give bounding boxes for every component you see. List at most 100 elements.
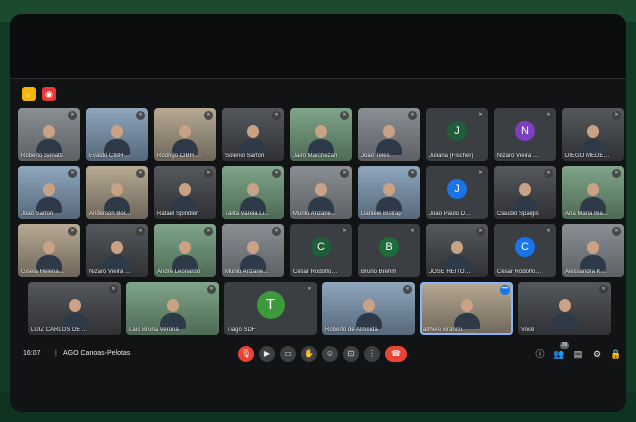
mic-off-icon: ✕ [544, 169, 553, 178]
lock-icon: 🔒 [610, 349, 622, 359]
mic-off-icon: ✕ [544, 111, 553, 120]
participant-name: LUIZ CARLOS DE ... [31, 327, 88, 333]
participant-name: Solenio Sartori [225, 153, 265, 159]
more-options-button[interactable]: ⋮ [364, 346, 380, 362]
more-vert-icon: ⋮ [368, 349, 376, 358]
info-icon: ⓘ [535, 349, 545, 359]
mic-button[interactable]: 🎙 [238, 346, 254, 362]
people-icon: 👥 [553, 349, 565, 359]
camera-button[interactable]: ▶ [259, 346, 275, 362]
participant-tile[interactable]: ✕ Jairo Marchezan [290, 108, 352, 161]
participant-tile[interactable]: ✕ Roberto Sonatti [18, 108, 80, 161]
participant-tile[interactable]: ✕ Claudio Spaigis [494, 166, 556, 219]
more-icon[interactable]: ••• [500, 285, 510, 295]
mic-off-icon: ✕ [204, 169, 213, 178]
participant-tile[interactable]: ✕ Evaldo CIBH Ca... [86, 108, 148, 161]
participant-tile[interactable]: ✕ LUIZ CARLOS DE ... [28, 282, 121, 335]
participant-tile[interactable]: ✕ Murilo Anzanello ... [290, 166, 352, 219]
participant-tile[interactable]: ✕ Você [518, 282, 611, 335]
participant-tile[interactable]: ✕ Nizaro Vieira Lima [86, 224, 148, 277]
captions-button[interactable]: ▭ [280, 346, 296, 362]
mic-off-icon: ✕ [272, 111, 281, 120]
participant-video [172, 125, 198, 155]
participant-video [580, 183, 606, 213]
participant-tile[interactable]: N ✕ Nizaro Vieira Lima [494, 108, 556, 161]
mic-off-icon: ✕ [408, 227, 417, 236]
participant-video [376, 183, 402, 213]
mic-off-icon: 🎙 [240, 349, 252, 358]
participant-name: Jairo Marchezan [293, 153, 338, 159]
emoji-button[interactable]: ☺ [322, 346, 338, 362]
participant-tile[interactable]: ✕ Talita Varela Lima [222, 166, 284, 219]
participant-tile[interactable]: ✕ André Leonardo [154, 224, 216, 277]
lock-button[interactable]: 🔒 [610, 348, 622, 360]
participant-name: JOSE HEITOR M... [429, 269, 474, 275]
participant-video [453, 299, 480, 329]
emoji-icon: ☺ [325, 349, 335, 358]
participant-tile[interactable]: ✕ Ana Maria Bianc... [562, 166, 624, 219]
participant-tile[interactable]: ✕ DIEGO MEDEIRO... [562, 108, 624, 161]
participant-tile[interactable]: J ✕ João Paulo De Sá [426, 166, 488, 219]
participant-name: Gisela Helena B... [21, 269, 66, 275]
participant-tile[interactable]: J ✕ Juliana (Fischer) [426, 108, 488, 161]
participant-tile[interactable]: C ✕ César Rodolfo Se... [290, 224, 352, 277]
participant-tile[interactable]: B ✕ Bruno Brehm [358, 224, 420, 277]
activities-button[interactable]: ⚙ [591, 348, 603, 360]
participant-name: Evaldo CIBH Ca... [89, 153, 134, 159]
present-icon: ⊡ [347, 349, 355, 358]
participant-tile[interactable]: ✕ Gisela Helena B... [18, 224, 80, 277]
separator: | [55, 350, 57, 357]
participant-tile[interactable]: ✕ Rodrigo CIBH Gu... [154, 108, 216, 161]
participant-tile[interactable]: ✕ Joao Teles [358, 108, 420, 161]
participant-tile[interactable]: ✕ Roberto de Almeida [322, 282, 415, 335]
hand-raise-icon[interactable]: ✋ [22, 87, 36, 101]
participant-tile[interactable]: ✕ JOSE HEITOR M... [426, 224, 488, 277]
mic-off-icon: ✕ [340, 111, 349, 120]
participant-video [36, 125, 62, 155]
participant-tile[interactable]: ✕ Solenio Sartori [222, 108, 284, 161]
participant-video [308, 183, 334, 213]
participant-tile[interactable]: ✕ Daniele Bistrap [358, 166, 420, 219]
participant-name: Nizaro Vieira Lima [89, 269, 134, 275]
participant-tile[interactable]: ✕ Murilo Anzanello ... [222, 224, 284, 277]
participant-video [61, 299, 88, 329]
info-button[interactable]: ⓘ [534, 348, 546, 360]
participant-name: Alessandra Keidi... [565, 269, 610, 275]
participant-name: Laís Bruna Verona [129, 327, 179, 333]
people-button[interactable]: 👥 [553, 348, 565, 360]
participant-tile[interactable]: ✕ Alessandra Keidi... [562, 224, 624, 277]
participant-name: Rodrigo CIBH Gu... [157, 153, 202, 159]
participant-name: alfhere Branco [423, 327, 463, 333]
avatar: N [515, 120, 535, 141]
participant-tile[interactable]: C ✕ Cesar Rodolfo S... [494, 224, 556, 277]
end-call-button[interactable]: ☎ [385, 346, 407, 362]
mic-off-icon: ✕ [272, 169, 281, 178]
participant-video [104, 125, 130, 155]
participant-tile[interactable]: ✕ Anderson Borba ... [86, 166, 148, 219]
participant-video [104, 241, 130, 271]
present-button[interactable]: ⊡ [343, 346, 359, 362]
participant-name: Roberto de Almeida [325, 327, 378, 333]
participant-tile[interactable]: ✕ Joao Sartori [18, 166, 80, 219]
mic-off-icon: ✕ [68, 111, 77, 120]
participant-tile[interactable]: ••• alfhere Branco [420, 282, 513, 335]
raise-hand-button[interactable]: ✋ [301, 346, 317, 362]
participant-video [308, 125, 334, 155]
record-icon[interactable]: ◉ [42, 87, 56, 101]
participant-tile[interactable]: T ✕ Tiago SDF [224, 282, 317, 335]
participant-video [512, 183, 538, 213]
mic-off-icon: ✕ [408, 111, 417, 120]
participant-video [551, 299, 578, 329]
participant-video [159, 299, 186, 329]
chat-button[interactable]: ▤ [572, 348, 584, 360]
meeting-name: AGO Canoas-Pelotas [63, 350, 131, 357]
participant-tile[interactable]: ✕ Rafael Spindler [154, 166, 216, 219]
participant-tile[interactable]: ✕ Laís Bruna Verona [126, 282, 219, 335]
participant-name: Você [521, 327, 535, 333]
avatar: B [379, 236, 399, 257]
meeting-time: 16:07 [23, 350, 41, 357]
avatar: J [447, 120, 467, 141]
mic-off-icon: ✕ [476, 169, 485, 178]
participant-name: Daniele Bistrap [361, 211, 402, 217]
bottom-toolbar: 16:07 | AGO Canoas-Pelotas 🎙 ▶ ▭ ✋ ☺ ⊡ ⋮ ☎ ⓘ 👥 ▤ ⚙… [10, 342, 626, 412]
